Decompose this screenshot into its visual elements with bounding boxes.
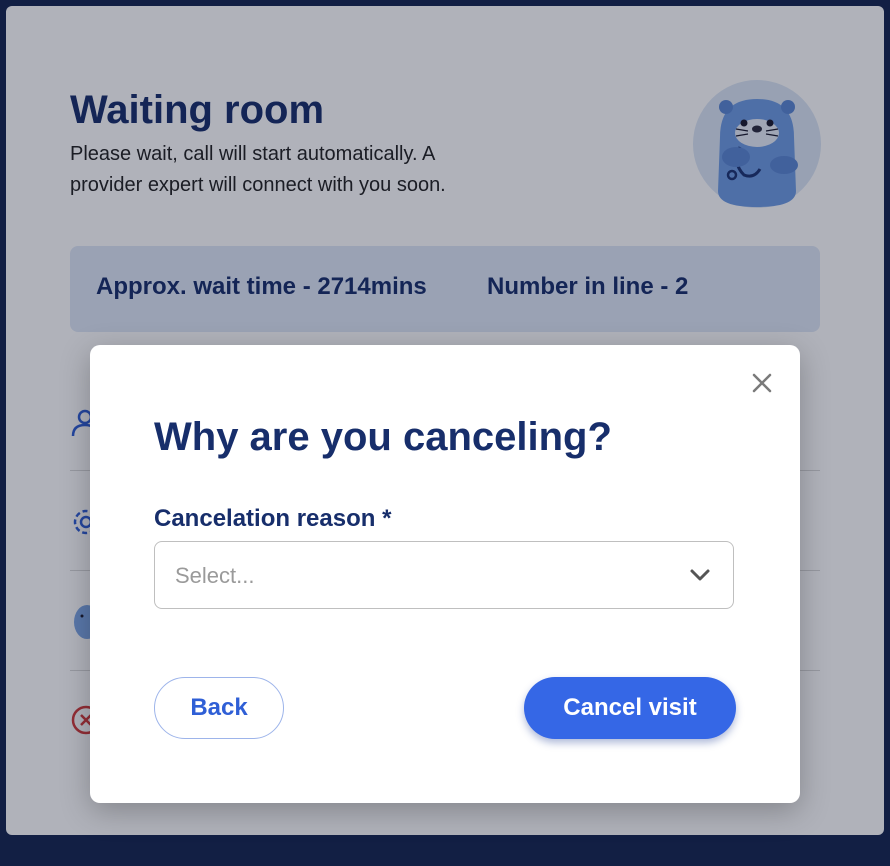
close-button[interactable]: [746, 367, 778, 399]
select-placeholder: Select...: [175, 563, 255, 588]
close-icon: [752, 373, 772, 393]
dialog-title: Why are you canceling?: [154, 415, 612, 459]
chevron-down-icon: [690, 569, 710, 581]
cancel-visit-button[interactable]: Cancel visit: [524, 677, 736, 739]
cancelation-reason-select[interactable]: Select...: [154, 541, 734, 609]
cancel-visit-dialog: Why are you canceling? Cancelation reaso…: [90, 345, 800, 803]
cancelation-reason-label: Cancelation reason *: [154, 505, 392, 532]
back-button[interactable]: Back: [154, 677, 284, 739]
